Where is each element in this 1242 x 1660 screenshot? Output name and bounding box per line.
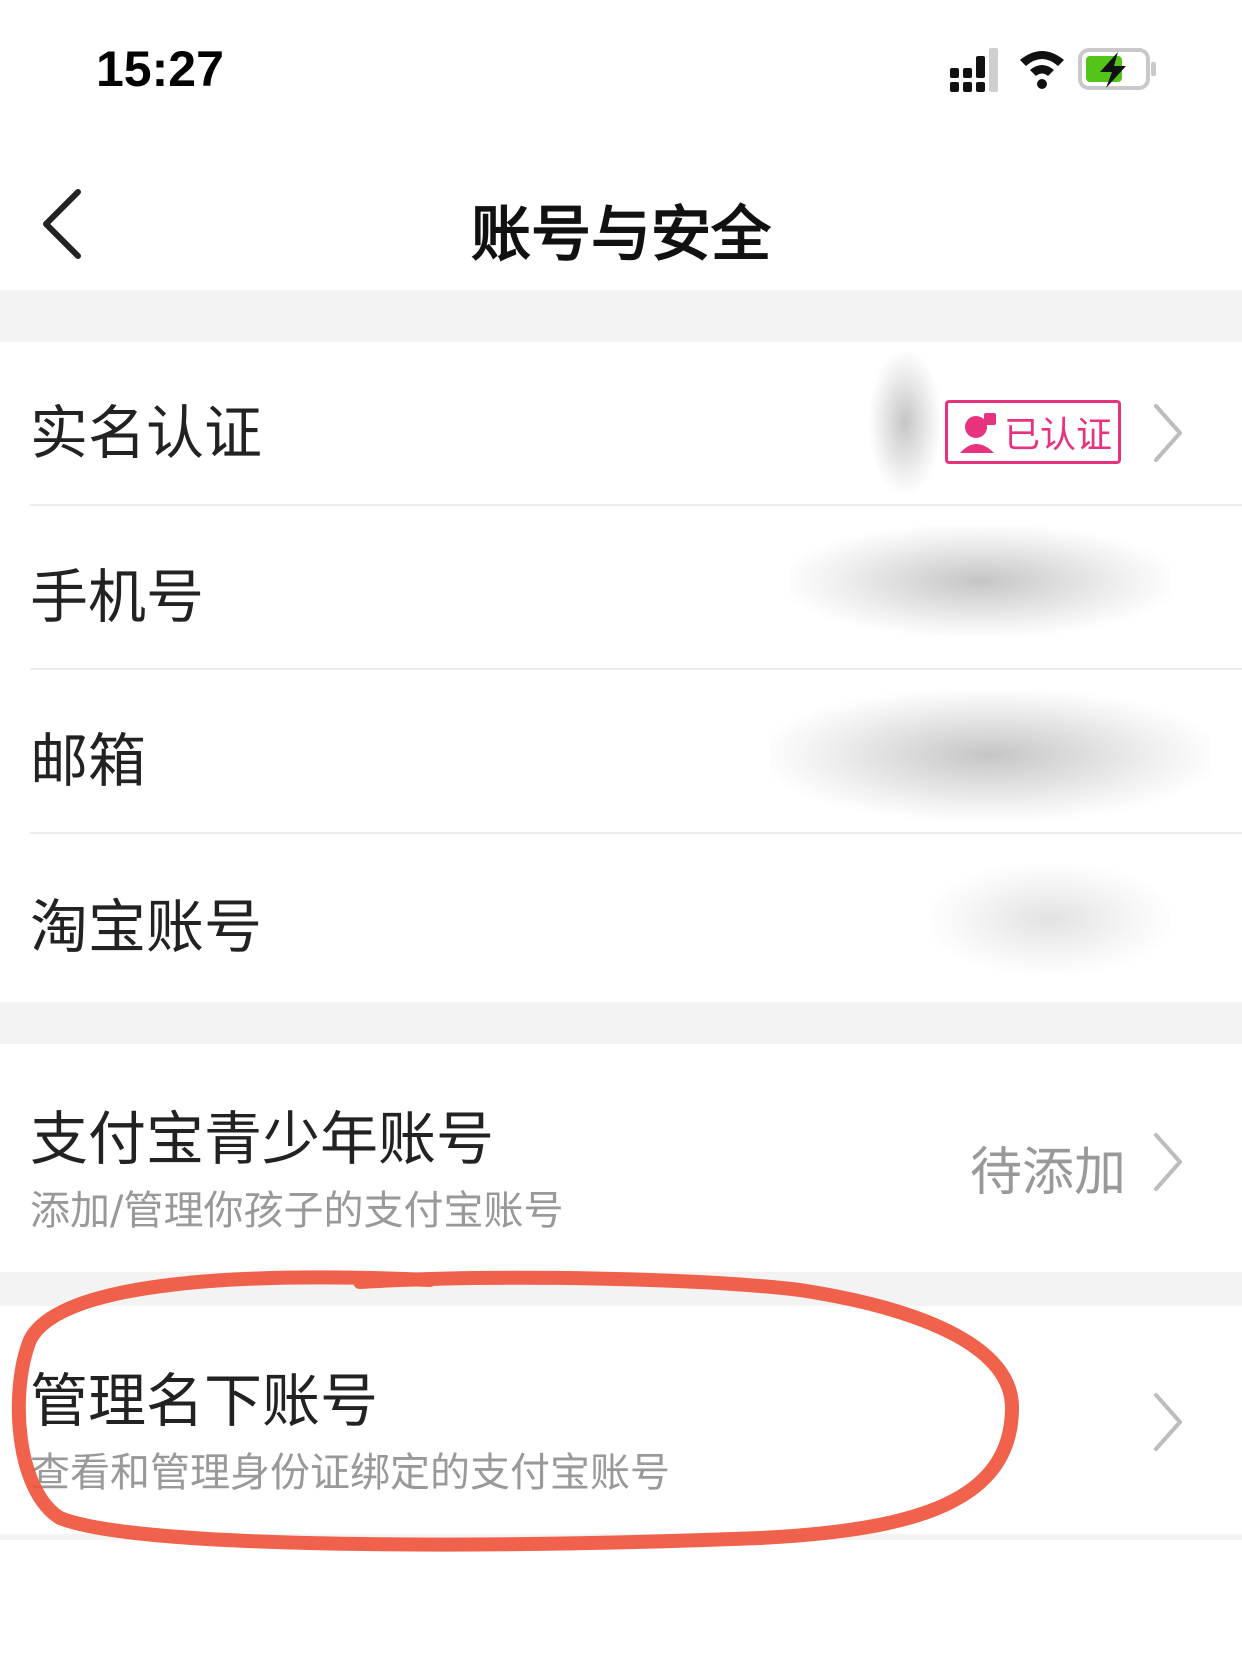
row-sub-manage-accounts: 查看和管理身份证绑定的支付宝账号 [30, 1450, 670, 1496]
signal-icon [950, 48, 998, 92]
chevron-right-icon [1154, 1133, 1182, 1191]
row-sub-teen-account: 添加/管理你孩子的支付宝账号 [30, 1188, 564, 1234]
chevron-right-icon [1154, 404, 1182, 462]
status-bar: 15:27 [0, 0, 1242, 140]
row-email[interactable]: 邮箱 [0, 670, 1242, 832]
status-time: 15:27 [96, 41, 224, 97]
page-title: 账号与安全 [471, 200, 771, 270]
section-gap [0, 290, 1242, 342]
section-gap [0, 1002, 1242, 1044]
row-label-real-name: 实名认证 [30, 399, 263, 467]
teen-account-status: 待添加 [970, 1143, 1127, 1203]
redacted-value [790, 526, 1170, 636]
row-label-phone: 手机号 [30, 563, 205, 631]
redacted-value [930, 864, 1170, 974]
redacted-value [770, 690, 1210, 820]
status-icons [950, 48, 1156, 92]
nav-bar: 账号与安全 [0, 150, 1242, 290]
row-phone[interactable]: 手机号 [0, 506, 1242, 668]
row-label-manage-accounts: 管理名下账号 [30, 1367, 379, 1435]
row-label-teen-account: 支付宝青少年账号 [30, 1105, 495, 1173]
verified-badge-text: 已认证 [1004, 415, 1113, 456]
row-manage-accounts[interactable]: 管理名下账号 查看和管理身份证绑定的支付宝账号 [0, 1306, 1242, 1534]
section-gap [0, 1272, 1242, 1306]
redacted-value [870, 352, 940, 492]
row-label-taobao: 淘宝账号 [30, 893, 263, 961]
id-person-icon [960, 413, 996, 453]
row-label-email: 邮箱 [30, 727, 147, 795]
chevron-right-icon [1154, 1393, 1182, 1451]
battery-charging-icon [1078, 48, 1156, 90]
verified-badge: 已认证 [945, 400, 1121, 464]
wifi-icon [1020, 51, 1064, 89]
row-taobao[interactable]: 淘宝账号 [0, 834, 1242, 1002]
empty-area [0, 1540, 1242, 1660]
